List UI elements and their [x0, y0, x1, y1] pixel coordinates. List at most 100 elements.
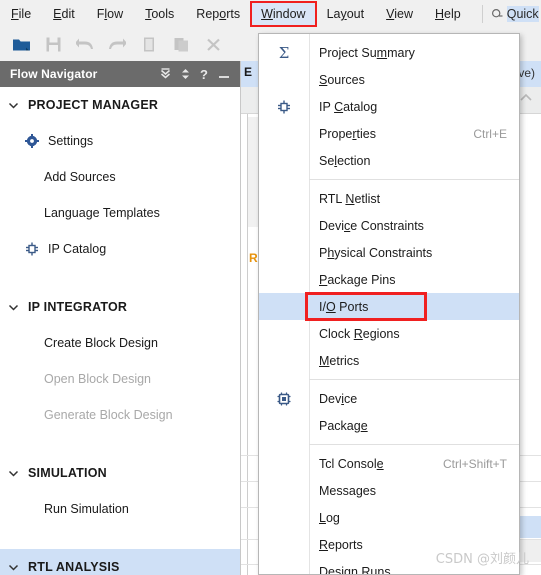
- flow-section-project-manager[interactable]: PROJECT MANAGER: [0, 87, 240, 123]
- menu-item-label: Physical Constraints: [319, 245, 433, 260]
- menu-item-label: Design Runs: [319, 564, 391, 575]
- resize-icon[interactable]: [181, 68, 190, 80]
- chip-icon: [259, 385, 309, 412]
- flow-item-label: Add Sources: [44, 170, 116, 184]
- gear-icon: [23, 134, 41, 148]
- svg-text:Σ: Σ: [279, 45, 290, 61]
- flow-section-label: IP INTEGRATOR: [28, 300, 128, 314]
- chevron-down-icon[interactable]: [8, 562, 19, 573]
- menu-item-package-pins[interactable]: Package Pins: [259, 266, 519, 293]
- selection-highlight-box: [305, 292, 427, 321]
- menu-item-label: Sources: [319, 72, 365, 87]
- menu-separator: [309, 179, 519, 180]
- menubar-item-help[interactable]: Help: [424, 2, 472, 26]
- flow-item-label: Language Templates: [44, 206, 160, 220]
- menu-item-metrics[interactable]: Metrics: [259, 347, 519, 374]
- menubar-item-view[interactable]: View: [375, 2, 424, 26]
- menu-item-label: Selection: [319, 153, 371, 168]
- menubar-item-reports[interactable]: Reports: [185, 2, 251, 26]
- menu-item-label: Metrics: [319, 353, 360, 368]
- chevron-down-icon[interactable]: [8, 468, 19, 479]
- flow-section-gap: [0, 527, 240, 549]
- undo-icon: [70, 32, 100, 58]
- menu-item-rtl-netlist[interactable]: RTL Netlist: [259, 185, 519, 212]
- menu-item-device[interactable]: Device: [259, 385, 519, 412]
- menubar-item-window[interactable]: Window: [250, 1, 317, 27]
- ip-catalog-icon: [259, 93, 309, 120]
- menu-item-tcl-console[interactable]: Tcl Console Ctrl+Shift+T: [259, 450, 519, 477]
- flow-navigator: Flow Navigator ? PROJECT MANAGER Setting…: [0, 61, 241, 575]
- menu-item-label: RTL Netlist: [319, 191, 381, 206]
- menu-item-properties[interactable]: Properties Ctrl+E: [259, 120, 519, 147]
- menu-item-project-summary[interactable]: Σ Project Summary: [259, 39, 519, 66]
- open-project-icon[interactable]: [6, 32, 36, 58]
- flow-item-label: Open Block Design: [44, 372, 152, 386]
- flow-item-generate-block-design: Generate Block Design: [0, 397, 240, 433]
- flow-item-label: Run Simulation: [44, 502, 129, 516]
- menu-item-label: Clock Regions: [319, 326, 400, 341]
- flow-item-open-block-design: Open Block Design: [0, 361, 240, 397]
- flow-section-ip-integrator[interactable]: IP INTEGRATOR: [0, 289, 240, 325]
- menu-item-accelerator: Ctrl+E: [473, 126, 507, 141]
- quick-access-text: Quick: [506, 6, 539, 22]
- vivado-window: File Edit Flow Tools Reports Window Layout View…: [0, 0, 541, 575]
- menu-separator: [309, 444, 519, 445]
- menu-item-messages[interactable]: Messages: [259, 477, 519, 504]
- menu-item-device-constraints[interactable]: Device Constraints: [259, 212, 519, 239]
- close-icon: [198, 32, 228, 58]
- menu-item-physical-constraints[interactable]: Physical Constraints: [259, 239, 519, 266]
- quick-access-search[interactable]: Quick: [489, 6, 539, 22]
- flow-navigator-tree: PROJECT MANAGER Settings Add Sources Langua…: [0, 87, 240, 575]
- menu-item-clock-regions[interactable]: Clock Regions: [259, 320, 519, 347]
- menu-item-label: Properties: [319, 126, 376, 141]
- search-icon: [491, 8, 504, 21]
- flow-item-ip-catalog[interactable]: IP Catalog: [0, 231, 240, 267]
- flow-navigator-title: Flow Navigator: [10, 67, 98, 81]
- menu-item-label: Log: [319, 510, 340, 525]
- flow-item-run-simulation[interactable]: Run Simulation: [0, 491, 240, 527]
- flow-item-create-block-design[interactable]: Create Block Design: [0, 325, 240, 361]
- flow-section-gap: [0, 267, 240, 289]
- panel-tab-label: E: [244, 65, 253, 79]
- panel-accent-marker: R: [249, 251, 258, 265]
- minimize-icon[interactable]: [218, 68, 230, 80]
- menu-item-ip-catalog[interactable]: IP Catalog: [259, 93, 519, 120]
- redo-icon: [102, 32, 132, 58]
- menubar-item-tools[interactable]: Tools: [134, 2, 185, 26]
- flow-section-gap: [0, 433, 240, 455]
- menu-bar: File Edit Flow Tools Reports Window Layout View…: [0, 0, 541, 29]
- flow-item-label: Generate Block Design: [44, 408, 173, 422]
- flow-item-label: IP Catalog: [48, 242, 107, 256]
- chevron-down-icon[interactable]: [8, 100, 19, 111]
- menubar-item-flow[interactable]: Flow: [86, 2, 134, 26]
- menu-item-label: Messages: [319, 483, 376, 498]
- menu-item-sources[interactable]: Sources: [259, 66, 519, 93]
- menu-item-label: Package: [319, 418, 368, 433]
- collapse-all-icon[interactable]: [160, 68, 171, 80]
- flow-section-simulation[interactable]: SIMULATION: [0, 455, 240, 491]
- menu-item-label: Reports: [319, 537, 363, 552]
- menubar-item-edit[interactable]: Edit: [42, 2, 86, 26]
- flow-item-label: Create Block Design: [44, 336, 158, 350]
- menubar-item-layout[interactable]: Layout: [316, 2, 376, 26]
- menubar-item-file[interactable]: File: [0, 2, 42, 26]
- chevron-down-icon[interactable]: [8, 302, 19, 313]
- flow-section-rtl-analysis[interactable]: RTL ANALYSIS: [0, 549, 240, 575]
- menu-item-label: Package Pins: [319, 272, 396, 287]
- watermark: CSDN @刘颜儿: [435, 552, 529, 567]
- flow-section-label: PROJECT MANAGER: [28, 98, 159, 112]
- menu-separator: [309, 379, 519, 380]
- ip-catalog-icon: [23, 241, 41, 257]
- menu-item-i-o-ports[interactable]: I/O Ports: [259, 292, 519, 321]
- flow-item-add-sources[interactable]: Add Sources: [0, 159, 240, 195]
- flow-item-settings[interactable]: Settings: [0, 123, 240, 159]
- help-icon[interactable]: ?: [200, 67, 208, 82]
- menu-pointer-arrow: [326, 33, 344, 34]
- flow-item-language-templates[interactable]: Language Templates: [0, 195, 240, 231]
- flow-navigator-header: Flow Navigator ?: [0, 61, 240, 87]
- menu-item-package[interactable]: Package: [259, 412, 519, 439]
- menu-item-log[interactable]: Log: [259, 504, 519, 531]
- panel-collapse-icon[interactable]: [519, 91, 533, 105]
- menu-item-label: Device Constraints: [319, 218, 424, 233]
- menu-item-selection[interactable]: Selection: [259, 147, 519, 174]
